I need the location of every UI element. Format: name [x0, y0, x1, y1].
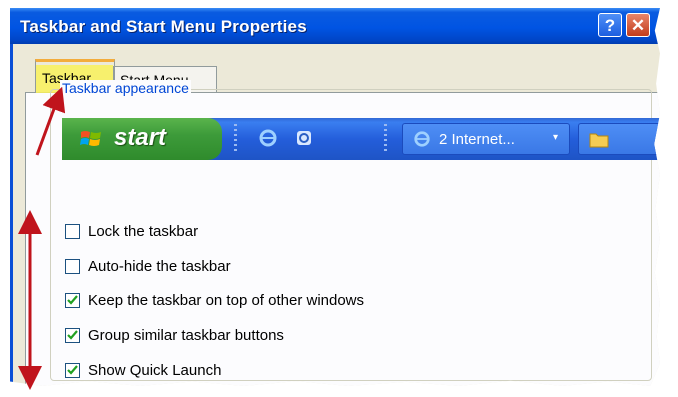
annotation-arrows — [18, 86, 66, 390]
arrow-to-taskbar-tab — [35, 86, 66, 156]
